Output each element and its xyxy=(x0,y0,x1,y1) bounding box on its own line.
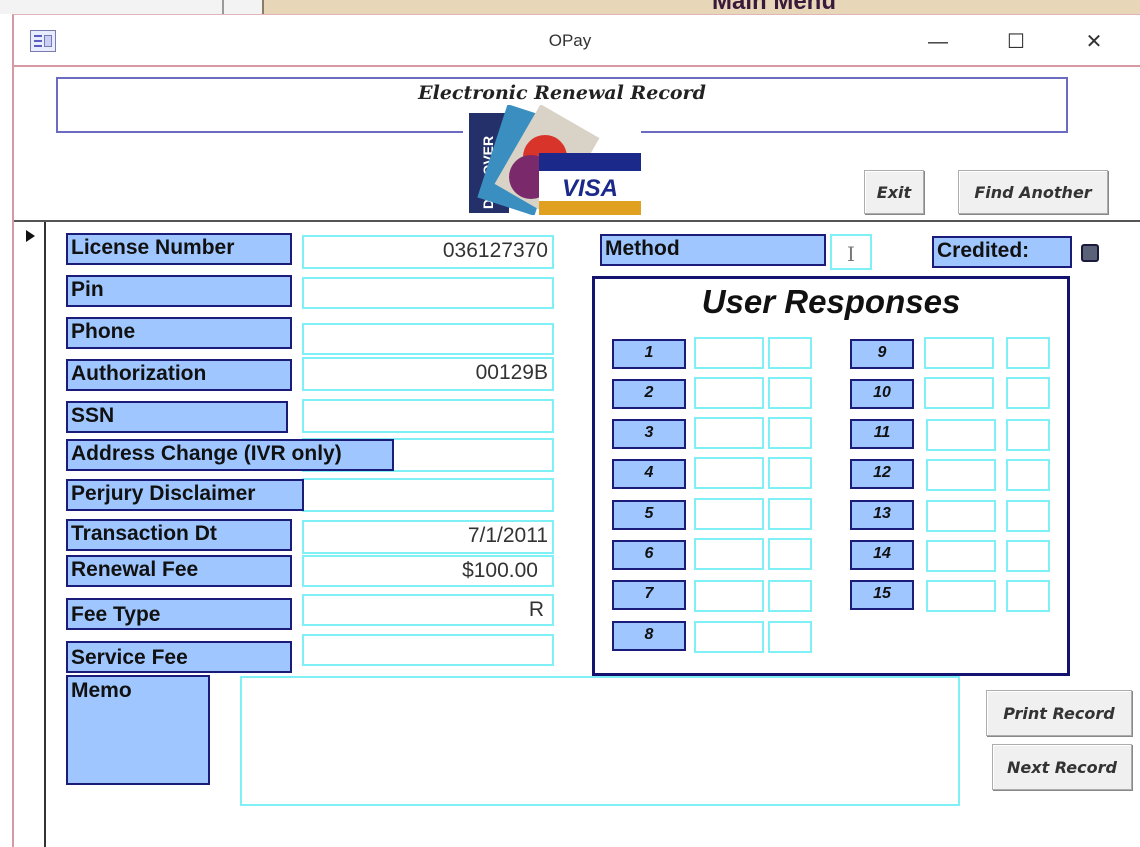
response-7-field-b[interactable] xyxy=(768,580,812,612)
response-3-field-a[interactable] xyxy=(694,417,764,449)
response-15-field-a[interactable] xyxy=(926,580,996,612)
response-11-field-a[interactable] xyxy=(926,419,996,451)
address-change-label: Address Change (IVR only) xyxy=(66,439,394,471)
response-3-field-b[interactable] xyxy=(768,417,812,449)
service-fee-field[interactable] xyxy=(302,634,554,666)
response-10-field-a[interactable] xyxy=(924,377,994,409)
print-record-button[interactable]: Print Record xyxy=(986,690,1132,736)
response-number: 10 xyxy=(850,379,914,409)
background-window-title: Main Menu xyxy=(262,0,1140,14)
transaction-dt-field[interactable]: 7/1/2011 xyxy=(302,520,554,554)
memo-field[interactable] xyxy=(240,676,960,806)
response-6-field-b[interactable] xyxy=(768,538,812,570)
background-divider xyxy=(222,0,224,14)
service-fee-label: Service Fee xyxy=(66,641,292,673)
authorization-field[interactable]: 00129B xyxy=(302,357,554,391)
response-number: 7 xyxy=(612,580,686,610)
response-9-field-a[interactable] xyxy=(924,337,994,369)
user-responses-title: User Responses xyxy=(701,283,961,320)
credited-label: Credited: xyxy=(932,236,1072,268)
response-14-field-a[interactable] xyxy=(926,540,996,572)
method-field[interactable]: I xyxy=(830,234,872,270)
record-selector-arrow-icon xyxy=(26,230,35,242)
response-14-field-b[interactable] xyxy=(1006,540,1050,572)
response-number: 6 xyxy=(612,540,686,570)
response-1-field-b[interactable] xyxy=(768,337,812,369)
response-number: 14 xyxy=(850,540,914,570)
phone-label: Phone xyxy=(66,317,292,349)
credited-checkbox[interactable] xyxy=(1081,244,1099,262)
response-11-field-b[interactable] xyxy=(1006,419,1050,451)
response-number: 8 xyxy=(612,621,686,651)
response-4-field-b[interactable] xyxy=(768,457,812,489)
record-selector-bar[interactable] xyxy=(44,222,46,847)
response-15-field-b[interactable] xyxy=(1006,580,1050,612)
exit-button[interactable]: Exit xyxy=(864,170,924,214)
response-5-field-b[interactable] xyxy=(768,498,812,530)
response-5-field-a[interactable] xyxy=(694,498,764,530)
license-number-field[interactable]: 036127370 xyxy=(302,235,554,269)
response-number: 1 xyxy=(612,339,686,369)
form-title: Electronic Renewal Record xyxy=(418,82,706,104)
response-number: 4 xyxy=(612,459,686,489)
fee-type-label: Fee Type xyxy=(66,598,292,630)
response-8-field-a[interactable] xyxy=(694,621,764,653)
license-number-label: License Number xyxy=(66,233,292,265)
response-2-field-a[interactable] xyxy=(694,377,764,409)
ssn-label: SSN xyxy=(66,401,288,433)
perjury-disclaimer-label: Perjury Disclaimer xyxy=(66,479,304,511)
response-number: 9 xyxy=(850,339,914,369)
response-2-field-b[interactable] xyxy=(768,377,812,409)
response-9-field-b[interactable] xyxy=(1006,337,1050,369)
response-13-field-a[interactable] xyxy=(926,500,996,532)
pin-label: Pin xyxy=(66,275,292,307)
response-6-field-a[interactable] xyxy=(694,538,764,570)
fee-type-field[interactable]: R xyxy=(302,594,554,626)
response-4-field-a[interactable] xyxy=(694,457,764,489)
response-12-field-b[interactable] xyxy=(1006,459,1050,491)
response-number: 5 xyxy=(612,500,686,530)
response-8-field-b[interactable] xyxy=(768,621,812,653)
authorization-label: Authorization xyxy=(66,359,292,391)
maximize-button[interactable]: ☐ xyxy=(994,26,1038,58)
visa-text: VISA xyxy=(562,175,618,202)
header-divider xyxy=(14,220,1140,222)
close-button[interactable]: ✕ xyxy=(1072,26,1116,58)
response-13-field-b[interactable] xyxy=(1006,500,1050,532)
memo-label: Memo xyxy=(66,675,210,785)
renewal-fee-label: Renewal Fee xyxy=(66,555,292,587)
next-record-button[interactable]: Next Record xyxy=(992,744,1132,790)
credit-cards-logo: DISCOVER VISA xyxy=(463,105,641,215)
renewal-fee-field[interactable]: $100.00 xyxy=(302,555,554,587)
response-1-field-a[interactable] xyxy=(694,337,764,369)
method-label: Method xyxy=(600,234,826,266)
response-number: 11 xyxy=(850,419,914,449)
response-7-field-a[interactable] xyxy=(694,580,764,612)
perjury-disclaimer-field[interactable] xyxy=(302,478,554,512)
response-number: 2 xyxy=(612,379,686,409)
minimize-button[interactable]: — xyxy=(916,26,960,58)
response-number: 13 xyxy=(850,500,914,530)
response-number: 15 xyxy=(850,580,914,610)
ssn-field[interactable] xyxy=(302,399,554,433)
response-12-field-a[interactable] xyxy=(926,459,996,491)
window-title: OPay xyxy=(548,31,592,50)
phone-field[interactable] xyxy=(302,323,554,355)
response-number: 12 xyxy=(850,459,914,489)
response-10-field-b[interactable] xyxy=(1006,377,1050,409)
response-number: 3 xyxy=(612,419,686,449)
find-another-button[interactable]: Find Another xyxy=(958,170,1108,214)
pin-field[interactable] xyxy=(302,277,554,309)
transaction-dt-label: Transaction Dt xyxy=(66,519,292,551)
